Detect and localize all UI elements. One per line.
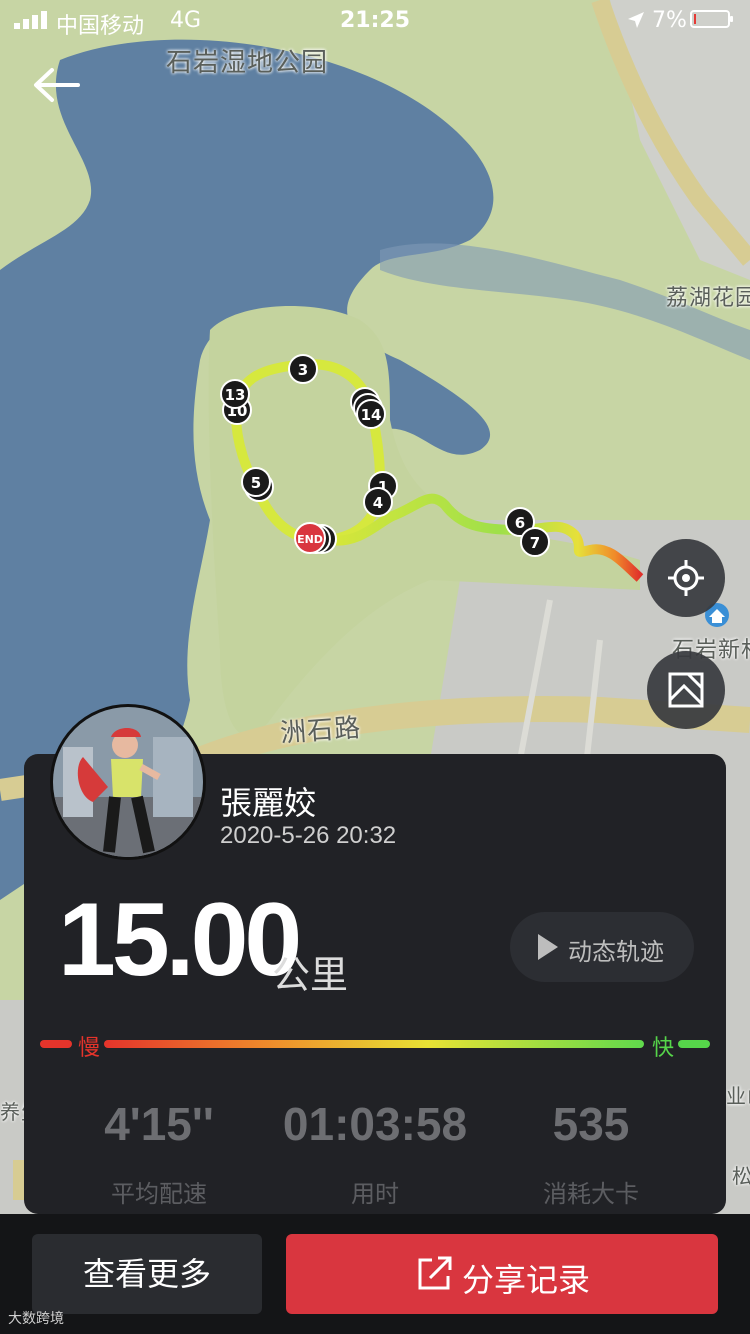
share-record-button[interactable]: 分享记录 (286, 1234, 718, 1314)
route-marker-14[interactable]: 14 (356, 399, 386, 429)
share-record-label: 分享记录 (462, 1261, 591, 1299)
stat-avg-pace: 4'15'' 平均配速 (54, 1096, 264, 1209)
svg-text:5: 5 (251, 474, 261, 492)
svg-text:14: 14 (361, 406, 382, 424)
crosshair-icon (668, 560, 704, 596)
map-label-lihu: 荔湖花园 (666, 286, 750, 311)
map-layer-icon (668, 672, 704, 708)
replay-track-label: 动态轨迹 (568, 938, 664, 966)
map-type-button[interactable] (647, 651, 725, 729)
pace-gradient-bar (104, 1040, 644, 1048)
svg-text:13: 13 (225, 386, 246, 404)
route-end-marker[interactable]: END (294, 522, 326, 554)
view-more-button[interactable]: 查看更多 (32, 1234, 262, 1314)
map-label-yeshan: 业山 (726, 1084, 750, 1108)
svg-text:4: 4 (373, 494, 383, 512)
pace-slow-label: 慢 (78, 1036, 101, 1061)
location-arrow-icon (628, 12, 644, 28)
stat-calories: 535 消耗大卡 (486, 1096, 696, 1209)
pace-legend-slow-line (40, 1040, 72, 1048)
replay-track-button[interactable]: 动态轨迹 (510, 912, 694, 982)
distance-value: 15.00 (58, 882, 302, 998)
pace-legend-fast-line (678, 1040, 710, 1048)
stat-label: 消耗大卡 (543, 1180, 639, 1208)
map-label-song: 松 (732, 1164, 750, 1188)
battery-icon (690, 10, 733, 28)
route-marker-13[interactable]: 13 (220, 379, 250, 409)
back-button[interactable] (28, 60, 88, 110)
route-marker-5[interactable]: 5 (241, 467, 271, 497)
share-icon (418, 1256, 452, 1290)
map-label-park: 石岩湿地公园 (166, 48, 329, 78)
stat-value: 01:03:58 (282, 1098, 468, 1150)
svg-text:END: END (297, 533, 323, 546)
play-icon (538, 934, 558, 960)
pace-fast-label: 快 (652, 1036, 675, 1061)
route-marker-7[interactable]: 7 (520, 527, 550, 557)
battery-percent: 7% (652, 8, 687, 33)
svg-text:6: 6 (515, 514, 525, 532)
route-marker-3[interactable]: 3 (288, 354, 318, 384)
svg-text:7: 7 (530, 534, 540, 552)
watermark: 大数跨境 (8, 1311, 64, 1327)
user-name: 張麗姣 (220, 784, 317, 822)
locate-button[interactable] (647, 539, 725, 617)
status-bar: 中国移动 4G 21:25 7% (0, 0, 750, 40)
svg-text:3: 3 (298, 361, 308, 379)
record-datetime: 2020-5-26 20:32 (220, 822, 397, 849)
route-marker-4[interactable]: 4 (363, 487, 393, 517)
stat-label: 用时 (351, 1180, 399, 1208)
map-label-zhoushi-road: 洲石路 (279, 713, 363, 749)
stat-value: 4'15'' (104, 1098, 214, 1150)
distance-unit: 公里 (272, 953, 349, 997)
avatar[interactable] (50, 704, 206, 860)
stat-duration: 01:03:58 用时 (270, 1096, 480, 1209)
stat-value: 535 (552, 1098, 630, 1150)
arrow-left-icon (34, 68, 80, 102)
stat-label: 平均配速 (111, 1180, 207, 1208)
